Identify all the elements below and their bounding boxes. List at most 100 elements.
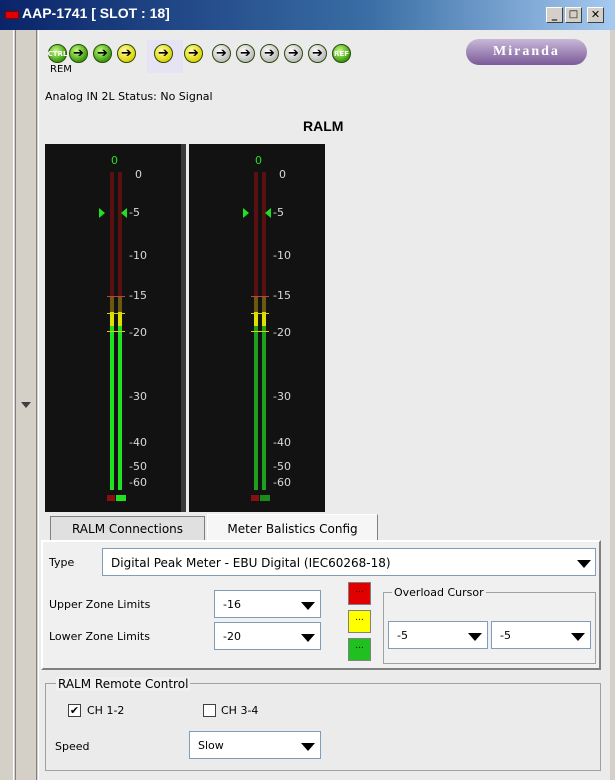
scale-tick-label: -5: [129, 206, 140, 219]
app-icon: [5, 11, 19, 19]
ch34-label: CH 3-4: [221, 704, 259, 717]
window-title: AAP-1741 [ SLOT : 18]: [22, 5, 170, 21]
overload-value-1: -5: [397, 629, 408, 642]
chevron-down-icon: [301, 743, 315, 751]
chevron-down-icon: [571, 633, 585, 641]
speed-value: Slow: [198, 739, 224, 752]
ctrl-label: CTRL: [47, 49, 68, 58]
lower-zone-dropdown[interactable]: -20: [214, 622, 321, 650]
overload-cursor-right-icon: [265, 208, 271, 218]
ch12-label: CH 1-2: [87, 704, 125, 717]
white-arrow-icon-3[interactable]: ➔: [260, 44, 279, 63]
type-value: Digital Peak Meter - EBU Digital (IEC602…: [111, 556, 391, 570]
upper-zone-value: -16: [223, 598, 241, 611]
tab-ralm-connections[interactable]: RALM Connections: [50, 516, 205, 540]
scale-tick-label: -5: [273, 206, 284, 219]
scale-tick-label: -40: [273, 436, 291, 449]
meter-divider: [181, 144, 186, 512]
scale-tick-label: 0: [135, 168, 142, 181]
yellow-arrow-icon-3[interactable]: ➔: [184, 44, 203, 63]
rem-label: REM: [50, 64, 72, 75]
chevron-down-icon: [301, 602, 315, 610]
close-button[interactable]: ✕: [587, 7, 604, 23]
green-zone-color-button[interactable]: ...: [348, 638, 371, 661]
meter-unlit-segment: [118, 172, 122, 296]
ch34-checkbox[interactable]: [203, 704, 216, 717]
signal-indicator: [116, 495, 126, 501]
signal-status-text: Analog IN 2L Status: No Signal: [45, 90, 213, 103]
yellow-zone-color-button[interactable]: ...: [348, 610, 371, 633]
miranda-logo: Miranda: [466, 39, 587, 65]
chevron-down-icon: [301, 634, 315, 642]
white-arrow-icon-2[interactable]: ➔: [236, 44, 255, 63]
tab-meter-balistics-config[interactable]: Meter Balistics Config: [207, 514, 378, 542]
scale-tick-label: -20: [273, 326, 291, 339]
meter-unlit-segment: [254, 172, 258, 296]
scale-tick-label: -50: [273, 460, 291, 473]
scale-tick-label: -60: [273, 476, 291, 489]
scale-tick-label: -20: [129, 326, 147, 339]
white-arrow-icon-4[interactable]: ➔: [284, 44, 303, 63]
overload-cursor-left-icon: [243, 208, 249, 218]
scale-tick-label: -60: [129, 476, 147, 489]
lower-zone-value: -20: [223, 630, 241, 643]
meter-level-bar: [262, 325, 266, 490]
overload-cursor-dropdown-1[interactable]: -5: [388, 621, 488, 649]
speed-label: Speed: [55, 740, 90, 753]
zone-limit-line: [107, 296, 125, 297]
minimize-button[interactable]: _: [546, 7, 563, 23]
red-zone-color-button[interactable]: ...: [348, 582, 371, 605]
green-arrow-icon-1[interactable]: ➔: [69, 44, 88, 63]
scale-tick-label: -10: [129, 249, 147, 262]
meter-unlit-segment: [262, 172, 266, 296]
meter-level-bar: [110, 325, 114, 490]
meter-unlit-segment: [110, 172, 114, 296]
white-arrow-icon-1[interactable]: ➔: [212, 44, 231, 63]
meter-level-bar: [254, 325, 258, 490]
peak-label: 0: [255, 154, 262, 167]
zone-limit-line: [251, 313, 269, 314]
type-label: Type: [49, 556, 75, 569]
white-arrow-icon-5[interactable]: ➔: [308, 44, 327, 63]
ralm-title: RALM: [303, 118, 344, 134]
scale-tick-label: 0: [279, 168, 286, 181]
lower-zone-label: Lower Zone Limits: [49, 630, 150, 643]
yellow-arrow-icon-2[interactable]: ➔: [154, 44, 173, 63]
signal-indicator: [260, 495, 270, 501]
collapse-arrow-icon[interactable]: [21, 402, 31, 408]
upper-zone-dropdown[interactable]: -16: [214, 590, 321, 618]
zone-limit-line: [107, 313, 125, 314]
type-dropdown[interactable]: Digital Peak Meter - EBU Digital (IEC602…: [102, 548, 596, 576]
yellow-arrow-icon-1[interactable]: ➔: [117, 44, 136, 63]
remote-control-title: RALM Remote Control: [56, 677, 191, 691]
peak-label: 0: [111, 154, 118, 167]
scale-tick-label: -15: [273, 289, 291, 302]
chevron-down-icon: [468, 633, 482, 641]
overload-indicator: [107, 495, 115, 501]
green-arrow-icon-2[interactable]: ➔: [93, 44, 112, 63]
zone-limit-line: [251, 296, 269, 297]
left-frame: [0, 30, 14, 780]
upper-zone-label: Upper Zone Limits: [49, 598, 151, 611]
zone-limit-line: [107, 331, 125, 332]
overload-cursor-title: Overload Cursor: [392, 586, 486, 599]
remote-control-group: [45, 683, 601, 771]
scale-tick-label: -50: [129, 460, 147, 473]
ctrl-status-icon[interactable]: CTRL: [48, 44, 67, 63]
ref-status-icon[interactable]: REF: [332, 44, 351, 63]
overload-cursor-dropdown-2[interactable]: -5: [491, 621, 591, 649]
scale-tick-label: -40: [129, 436, 147, 449]
zone-limit-line: [251, 331, 269, 332]
scale-tick-label: -15: [129, 289, 147, 302]
overload-indicator: [251, 495, 259, 501]
overload-value-2: -5: [500, 629, 511, 642]
overload-cursor-left-icon: [99, 208, 105, 218]
ch12-checkbox[interactable]: ✔: [68, 704, 81, 717]
overload-cursor-right-icon: [121, 208, 127, 218]
right-frame: [610, 30, 615, 780]
speed-dropdown[interactable]: Slow: [189, 731, 321, 759]
scale-tick-label: -30: [273, 390, 291, 403]
maximize-button[interactable]: □: [565, 7, 582, 23]
scale-tick-label: -10: [273, 249, 291, 262]
meter-level-bar: [118, 325, 122, 490]
